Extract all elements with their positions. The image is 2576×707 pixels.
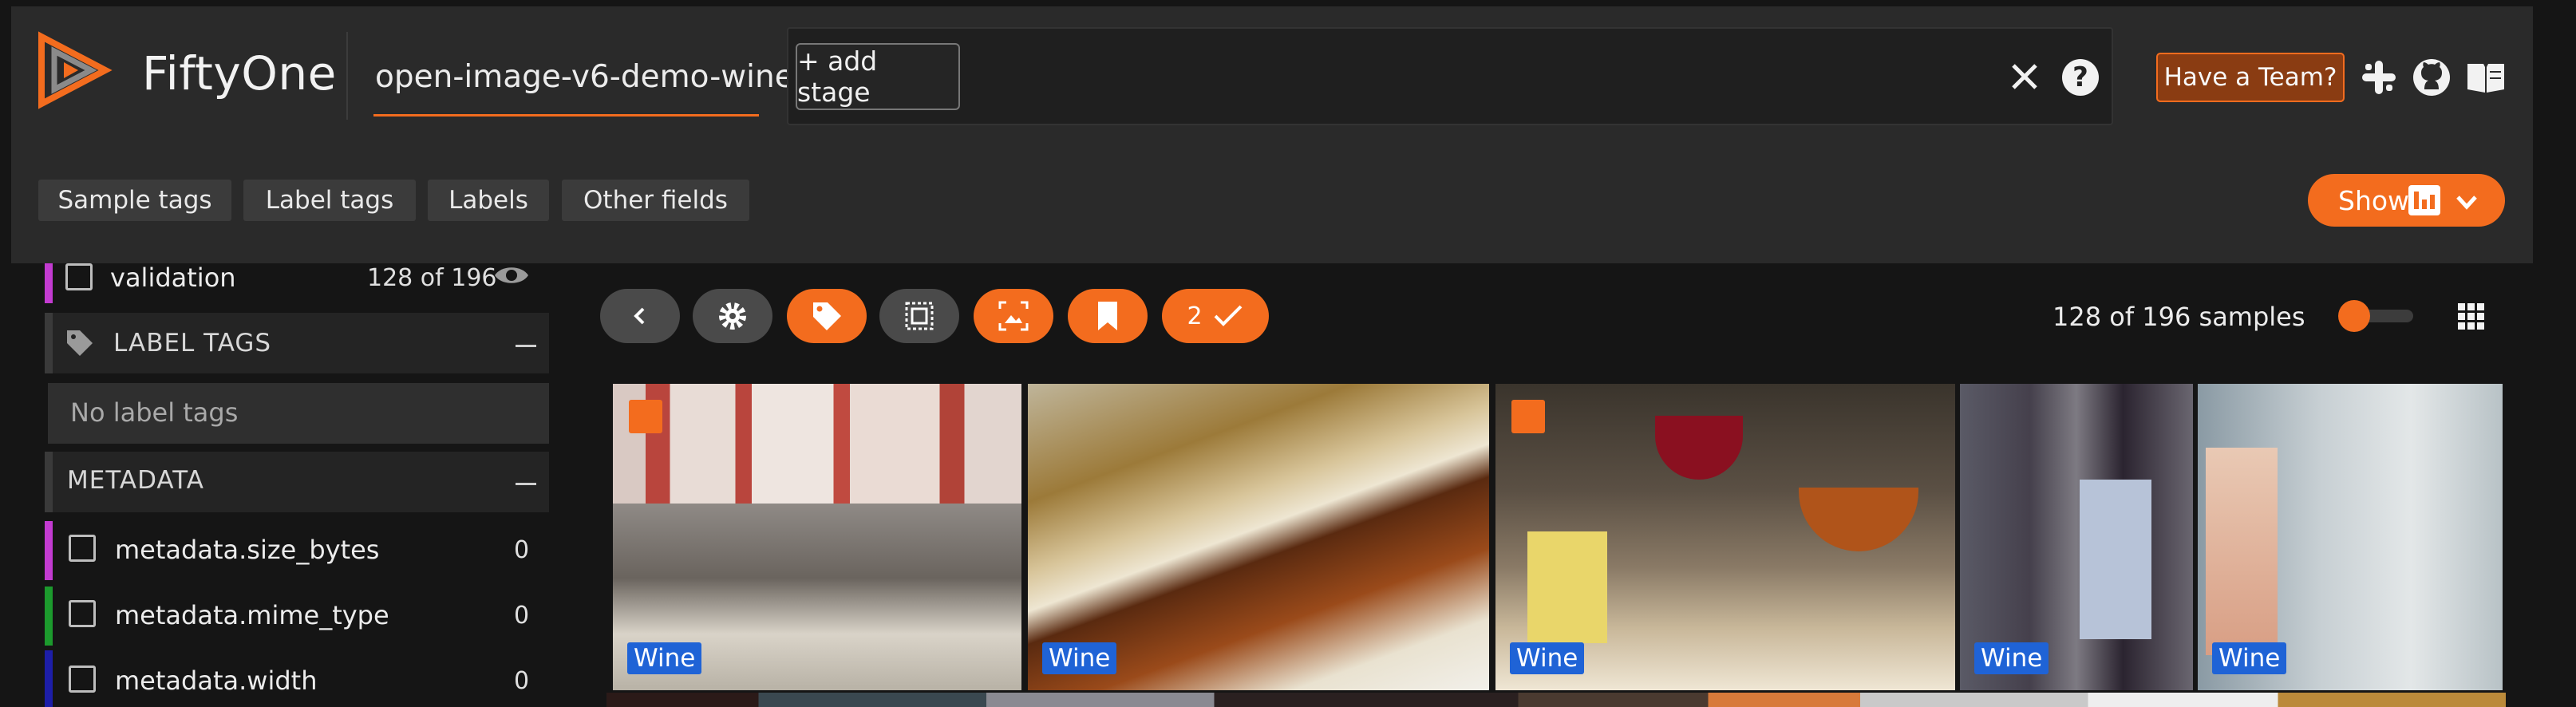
- field-value: 0: [514, 536, 530, 564]
- field-checkbox[interactable]: [69, 600, 96, 627]
- collapse-icon[interactable]: [516, 345, 536, 347]
- sample-tile[interactable]: Wine: [1960, 384, 2193, 690]
- field-label-size-bytes: metadata.size_bytes: [115, 535, 380, 565]
- field-value: 0: [514, 602, 530, 630]
- sample-tile[interactable]: Wine: [2198, 384, 2503, 690]
- tile-label[interactable]: Wine: [1042, 642, 1117, 674]
- tile-label[interactable]: Wine: [2212, 642, 2287, 674]
- header-divider: [346, 32, 348, 120]
- tile-image: [2080, 480, 2151, 639]
- close-icon[interactable]: [2007, 59, 2042, 94]
- bookmark-icon: [1098, 302, 1117, 330]
- field-color-bar: [45, 650, 53, 707]
- show-button-label: Show: [2338, 185, 2410, 216]
- tile-image: [1527, 531, 1607, 643]
- validation-count: 128 of 196: [367, 264, 497, 292]
- brand-name: FiftyOne: [142, 46, 337, 101]
- dataset-selector[interactable]: open-image-v6-demo-wine: [375, 59, 794, 95]
- eye-icon[interactable]: [493, 262, 530, 289]
- tile-label[interactable]: Wine: [1510, 642, 1585, 674]
- gear-icon: [719, 302, 746, 330]
- sample-tile[interactable]: Wine: [613, 384, 1021, 690]
- tile-checkbox[interactable]: [629, 400, 662, 433]
- bar-chart-icon: [2408, 185, 2440, 215]
- check-icon: [1214, 305, 1242, 326]
- tile-label[interactable]: Wine: [627, 642, 702, 674]
- selected-samples-button[interactable]: 2: [1162, 289, 1269, 343]
- tab-other-fields[interactable]: Other fields: [562, 180, 749, 221]
- sample-tile[interactable]: Wine: [1028, 384, 1489, 690]
- validation-color-bar: [45, 263, 53, 303]
- validation-label: validation: [110, 263, 236, 293]
- github-icon[interactable]: [2412, 57, 2452, 97]
- field-checkbox[interactable]: [69, 666, 96, 693]
- tag-icon: [67, 330, 93, 356]
- tag-icon: [813, 302, 841, 330]
- similarity-button[interactable]: [974, 289, 1053, 343]
- patches-icon: [905, 302, 934, 330]
- chevron-left-icon: [634, 307, 645, 325]
- add-stage-button[interactable]: + add stage: [796, 43, 960, 110]
- next-row-tiles[interactable]: [606, 693, 2506, 707]
- image-search-icon: [998, 301, 1029, 331]
- tab-sample-tags[interactable]: Sample tags: [38, 180, 231, 221]
- tile-image: [2206, 448, 2278, 655]
- tab-label-tags[interactable]: Label tags: [243, 180, 416, 221]
- no-label-tags-text: No label tags: [70, 397, 239, 428]
- field-label-mime-type: metadata.mime_type: [115, 600, 389, 630]
- patches-button[interactable]: [879, 289, 959, 343]
- sample-tile[interactable]: Wine: [1495, 384, 1955, 690]
- tile-image: [1655, 416, 1743, 480]
- settings-button[interactable]: [693, 289, 772, 343]
- dataset-underline: [373, 114, 759, 117]
- samples-count: 128 of 196 samples: [2053, 302, 2305, 332]
- zoom-slider-handle[interactable]: [2338, 300, 2370, 332]
- field-color-bar: [45, 521, 53, 580]
- tile-label[interactable]: Wine: [1974, 642, 2049, 674]
- tab-labels[interactable]: Labels: [428, 180, 549, 221]
- sidebar-toggle-button[interactable]: [600, 289, 680, 343]
- field-color-bar: [45, 587, 53, 646]
- help-icon[interactable]: ?: [2062, 59, 2099, 96]
- view-bar[interactable]: [787, 27, 2113, 125]
- field-checkbox[interactable]: [69, 535, 96, 562]
- validation-checkbox[interactable]: [65, 263, 93, 290]
- have-a-team-button[interactable]: Have a Team?: [2156, 53, 2345, 102]
- fiftyone-logo[interactable]: [35, 30, 115, 110]
- book-icon[interactable]: [2466, 61, 2506, 94]
- selected-count: 2: [1187, 302, 1203, 330]
- grid-icon[interactable]: [2456, 302, 2487, 332]
- chevron-down-icon: [2456, 196, 2477, 210]
- collapse-icon[interactable]: [516, 483, 536, 485]
- tile-image: [1799, 488, 1918, 551]
- tile-checkbox[interactable]: [1511, 400, 1545, 433]
- slack-icon[interactable]: [2361, 59, 2397, 96]
- field-label-width: metadata.width: [115, 666, 318, 696]
- metadata-title: METADATA: [67, 466, 204, 495]
- label-tags-title: LABEL TAGS: [113, 329, 272, 357]
- save-view-button[interactable]: [1068, 289, 1148, 343]
- tag-button[interactable]: [787, 289, 867, 343]
- field-value: 0: [514, 667, 530, 695]
